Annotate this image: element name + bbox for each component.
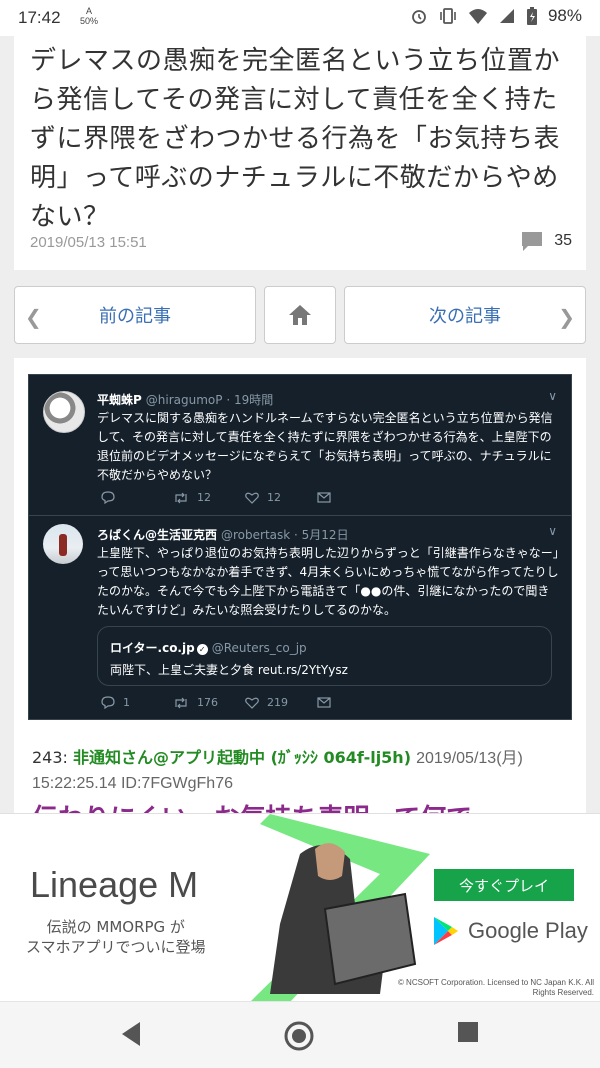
- avatar: [43, 391, 85, 433]
- quoted-tweet-text: 両陛下、上皇ご夫妻と夕食 reut.rs/2YtYysz: [110, 663, 348, 677]
- clock: 17:42: [18, 8, 61, 27]
- home-circle-icon[interactable]: [283, 1020, 315, 1052]
- ad-artwork: [250, 814, 430, 1002]
- tweet-actions: 12 12: [101, 491, 389, 504]
- retweet-icon: [175, 697, 187, 708]
- retweet-icon: [175, 492, 187, 503]
- vibrate-icon: [440, 8, 456, 24]
- alarm-icon: [412, 10, 426, 24]
- retweet-action: 12: [173, 491, 245, 504]
- response-header: 243: 非通知さん@アプリ起動中 (ｶﾞｯｼｼ 064f-lj5h) 2019…: [32, 746, 572, 796]
- status-bar: 17:42 A 50% 98%: [0, 0, 600, 36]
- system-nav-bar: [0, 1001, 600, 1068]
- heart-icon: [245, 697, 259, 709]
- quoted-tweet-header: ロイター.co.jp ✓ @Reuters_co_jp: [110, 639, 307, 656]
- network-badge-text: 50%: [80, 16, 99, 26]
- retweet-action: 176: [173, 696, 245, 709]
- retweet-count: 176: [197, 696, 218, 709]
- article-date: 2019/05/13 15:51: [30, 234, 147, 251]
- tweet-actions: 1 176 219: [101, 696, 389, 709]
- reply-action: [101, 491, 173, 504]
- battery-icon: [526, 7, 537, 25]
- comment-count[interactable]: 35: [520, 230, 572, 252]
- reply-count: 1: [123, 696, 130, 709]
- like-action: 219: [245, 696, 317, 709]
- battery-percent: 98%: [547, 6, 582, 25]
- tweet-author-name: 平蜘蛛P: [97, 393, 142, 407]
- wifi-icon: [468, 9, 487, 24]
- tweet: ろばくん@生活亚克西 @robertask · 5月12日 ∨ 上皇陛下、やっぱり…: [29, 516, 571, 720]
- chevron-right-icon: ❯: [558, 305, 575, 329]
- chevron-down-icon: ∨: [548, 524, 557, 538]
- tweet-header: ろばくん@生活亚克西 @robertask · 5月12日: [97, 526, 349, 543]
- prev-article-button[interactable]: ❮ 前の記事: [14, 286, 256, 344]
- like-count: 219: [267, 696, 288, 709]
- like-count: 12: [267, 491, 281, 504]
- next-article-button[interactable]: 次の記事 ❯: [344, 286, 586, 344]
- google-play-badge[interactable]: Google Play: [432, 916, 588, 946]
- ad-play-button[interactable]: 今すぐプレイ: [434, 869, 574, 901]
- reply-action: 1: [101, 696, 173, 709]
- quoted-tweet: ロイター.co.jp ✓ @Reuters_co_jp 両陛下、上皇ご夫妻と夕食 r…: [97, 626, 552, 686]
- recent-apps-icon[interactable]: [456, 1020, 480, 1044]
- retweet-count: 12: [197, 491, 211, 504]
- home-button[interactable]: [264, 286, 336, 344]
- heart-icon: [245, 492, 259, 504]
- ad-copyright: © NCSOFT Corporation. Licensed to NC Jap…: [397, 978, 594, 997]
- tweet-text: 上皇陛下、やっぱり退位のお気持ち表明した辺りからずっと「引継書作らなきゃなー」っ…: [97, 546, 559, 617]
- avatar: [43, 524, 83, 564]
- mail-icon: [317, 492, 331, 503]
- reply-icon: [101, 696, 115, 709]
- quoted-author-name: ロイター.co.jp: [110, 641, 195, 655]
- tweet-author-handle: @hiragumoP · 19時間: [145, 393, 274, 407]
- reply-icon: [101, 491, 115, 504]
- ad-subtitle: 伝説の MMORPG が スマホアプリでついに登場: [26, 917, 206, 957]
- prev-article-label: 前の記事: [99, 306, 171, 327]
- quoted-author-handle: @Reuters_co_jp: [211, 641, 307, 655]
- comment-count-value: 35: [554, 232, 572, 249]
- tweet-header: 平蜘蛛P @hiragumoP · 19時間: [97, 391, 273, 408]
- tweet-author-name: ろばくん@生活亚克西: [97, 528, 218, 542]
- ad-title: Lineage M: [30, 864, 199, 905]
- chevron-left-icon: ❮: [25, 305, 42, 329]
- comment-icon: [522, 232, 543, 251]
- article-title: デレマスの愚痴を完全匿名という立ち位置から発信してその発言に対して責任を全く持た…: [30, 46, 561, 232]
- response-author: 非通知さん@アプリ起動中 (ｶﾞｯｼｼ 064f-lj5h): [73, 748, 412, 767]
- back-icon[interactable]: [118, 1020, 144, 1048]
- tweet-screenshot: 平蜘蛛P @hiragumoP · 19時間 ∨ デレマスに関する愚痴をハンドルネ…: [28, 374, 572, 720]
- network-speed-icon: A 50%: [80, 6, 99, 26]
- response-number: 243:: [32, 748, 68, 767]
- tweet-text: デレマスに関する愚痴をハンドルネームですらない完全匿名という立ち位置から発信して…: [97, 411, 553, 482]
- signal-icon: [499, 9, 514, 23]
- verified-badge-icon: ✓: [196, 644, 208, 655]
- dm-action: [317, 696, 389, 709]
- google-play-label: Google Play: [468, 918, 588, 943]
- like-action: 12: [245, 491, 317, 504]
- chevron-down-icon: ∨: [548, 389, 557, 403]
- next-article-label: 次の記事: [429, 306, 501, 327]
- ad-banner[interactable]: Lineage M 伝説の MMORPG が スマホアプリでついに登場 今すぐプ…: [0, 813, 600, 1002]
- ad-subtitle-line2: スマホアプリでついに登場: [26, 938, 206, 956]
- tweet: 平蜘蛛P @hiragumoP · 19時間 ∨ デレマスに関する愚痴をハンドルネ…: [29, 375, 571, 516]
- dm-action: [317, 491, 389, 504]
- google-play-icon: [434, 917, 458, 945]
- ad-subtitle-line1: 伝説の MMORPG が: [46, 918, 185, 936]
- mail-icon: [317, 697, 331, 708]
- tweet-author-handle: @robertask · 5月12日: [221, 528, 349, 542]
- article-header: デレマスの愚痴を完全匿名という立ち位置から発信してその発言に対して責任を全く持た…: [14, 36, 586, 270]
- home-icon: [289, 305, 311, 325]
- status-icons: 98%: [410, 6, 582, 26]
- article-body: 平蜘蛛P @hiragumoP · 19時間 ∨ デレマスに関する愚痴をハンドルネ…: [14, 358, 586, 828]
